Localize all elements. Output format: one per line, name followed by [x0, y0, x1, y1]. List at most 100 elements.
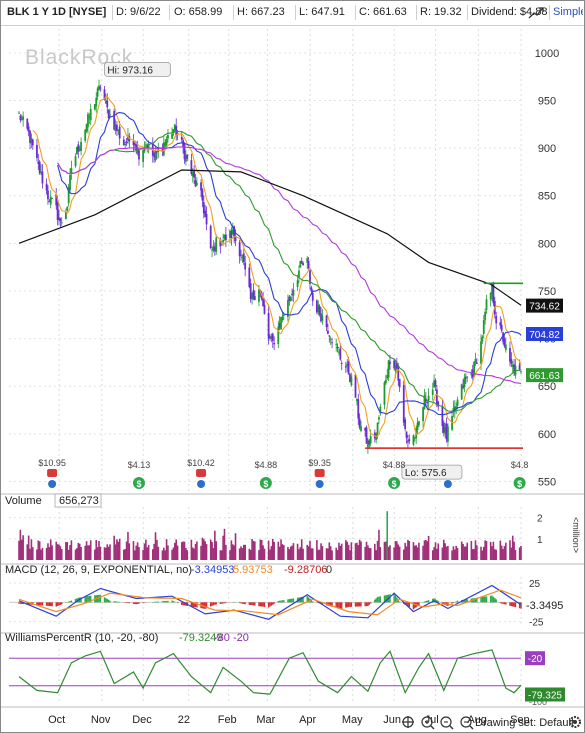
- volume-bar: [45, 547, 48, 560]
- chart-window: BLK 1 Y 1D [NYSE] D: 9/6/22 O: 658.99 H:…: [0, 0, 585, 733]
- volume-bar: [367, 545, 369, 560]
- volume-unit-label: <million>: [571, 517, 581, 553]
- volume-bar: [176, 545, 179, 560]
- macd-histogram-bar: [423, 601, 426, 603]
- macd-histogram-bar: [263, 602, 266, 607]
- price-candle: [98, 79, 100, 91]
- volume-bar: [495, 549, 497, 560]
- pan-icon[interactable]: [402, 716, 414, 728]
- volume-bar: [338, 542, 340, 560]
- zoom-reset-icon[interactable]: [460, 716, 474, 730]
- macd-histogram-bar: [505, 602, 507, 605]
- volume-bar: [310, 548, 313, 560]
- volume-bar: [360, 541, 362, 560]
- volume-bar: [29, 548, 31, 560]
- volume-bar: [500, 545, 503, 560]
- volume-bar: [30, 539, 33, 560]
- volume-bar: [147, 545, 150, 560]
- volume-bar: [123, 549, 125, 560]
- macd-histogram-bar: [85, 596, 88, 603]
- volume-bar: [19, 529, 22, 560]
- volume-bar: [422, 545, 424, 560]
- volume-bar: [405, 546, 408, 560]
- volume-bar: [383, 541, 386, 560]
- volume-bar: [164, 550, 166, 560]
- volume-bar: [258, 550, 260, 560]
- macd-histogram-bar: [451, 602, 453, 604]
- y-tick-label: 900: [538, 143, 556, 155]
- drawing-set-label[interactable]: Drawing set: Default: [475, 717, 574, 729]
- macd-histogram-bar: [398, 601, 401, 603]
- macd-histogram-bar: [491, 595, 493, 603]
- macd-histogram-bar: [103, 597, 106, 603]
- volume-bar: [307, 546, 310, 560]
- price-candle: [215, 234, 218, 256]
- volume-bar: [95, 540, 98, 560]
- macd-histogram-bar: [209, 602, 212, 607]
- macd-histogram-bar: [358, 602, 361, 607]
- volume-bar: [354, 543, 357, 560]
- volume-bar: [87, 545, 89, 560]
- macd-histogram-bar: [369, 602, 372, 604]
- macd-histogram-bar: [41, 602, 44, 606]
- volume-bar: [386, 511, 389, 560]
- macd-histogram-bar: [354, 602, 357, 607]
- volume-bar: [244, 544, 246, 560]
- price-candle: [489, 292, 492, 307]
- volume-bar: [80, 546, 82, 560]
- volume-bar: [260, 540, 263, 560]
- volume-readout: 656,273: [59, 495, 99, 507]
- macd-histogram-bar: [117, 601, 119, 603]
- volume-bar: [229, 550, 231, 560]
- volume-bar: [182, 541, 184, 560]
- price-candle: [128, 132, 131, 148]
- volume-bar: [520, 545, 522, 560]
- volume-bar: [107, 546, 110, 560]
- volume-bar: [106, 544, 109, 560]
- volume-bar: [349, 550, 351, 560]
- volume-bar: [209, 539, 212, 560]
- volume-bar: [378, 529, 380, 560]
- macd-histogram-bar: [212, 602, 215, 606]
- price-candle: [325, 314, 328, 332]
- macd-histogram-bar: [427, 600, 430, 603]
- price-candle: [340, 360, 343, 371]
- macd-histogram-bar: [109, 600, 111, 603]
- zoom-in-icon[interactable]: [421, 716, 435, 730]
- volume-bar: [505, 542, 507, 560]
- earnings-icon: [314, 469, 325, 477]
- macd-histogram-bar: [484, 596, 486, 603]
- volume-bar: [393, 547, 395, 560]
- macd-histogram-bar: [18, 602, 20, 604]
- volume-bar: [491, 546, 493, 560]
- price-candle: [466, 376, 469, 383]
- volume-bar: [356, 542, 358, 560]
- volume-bar: [396, 541, 398, 560]
- earnings-icon: [47, 469, 58, 477]
- macd-histogram-bar: [243, 602, 245, 605]
- volume-bar: [200, 545, 202, 560]
- volume-bar: [368, 547, 371, 560]
- volume-bar: [317, 549, 320, 560]
- moving-average-line: [32, 95, 522, 438]
- volume-bar: [248, 548, 251, 560]
- price-candle: [289, 295, 292, 302]
- volume-bar: [180, 542, 183, 560]
- volume-bar: [259, 539, 262, 560]
- macd-histogram-bar: [70, 600, 73, 603]
- volume-bar: [74, 549, 77, 560]
- zoom-out-icon[interactable]: [440, 716, 454, 730]
- volume-bar: [59, 546, 62, 560]
- volume-bar: [280, 539, 282, 560]
- volume-bar: [329, 546, 332, 560]
- volume-bar: [336, 550, 339, 560]
- macd-histogram-bar: [426, 600, 428, 603]
- volume-bar: [327, 548, 329, 560]
- macd-histogram-bar: [367, 602, 369, 607]
- macd-histogram-bar: [249, 602, 252, 605]
- volume-bar: [269, 549, 271, 560]
- macd-histogram-bar: [157, 601, 159, 603]
- macd-histogram-bar: [181, 602, 183, 605]
- volume-bar: [205, 544, 208, 560]
- macd-histogram-bar: [374, 599, 376, 603]
